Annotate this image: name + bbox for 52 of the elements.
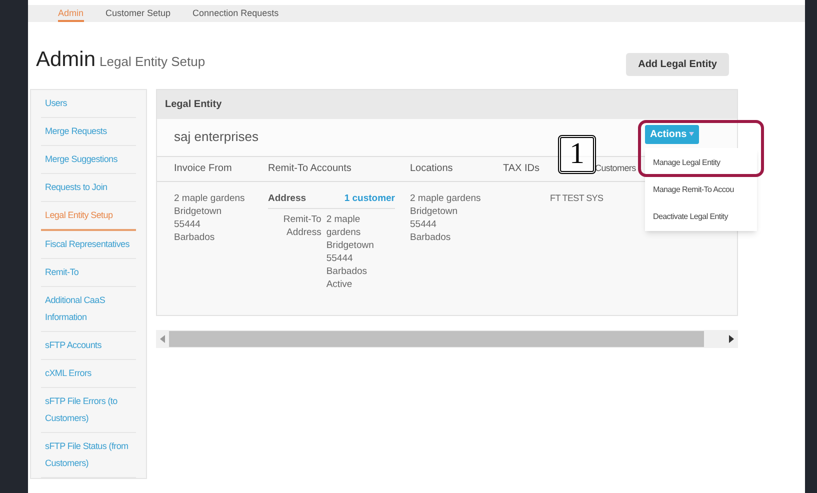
sidebar-item[interactable]: Requests to Join (41, 174, 136, 202)
menu-item[interactable]: Manage Legal Entity (645, 152, 757, 172)
sidebar-item[interactable]: Remit-To (41, 258, 136, 286)
customer-name: FT TEST SYS (550, 192, 604, 204)
sidebar-item[interactable]: Additional CaaS Information (41, 286, 136, 332)
remit-to-label: Remit-To Address (282, 212, 322, 240)
sidebar-item[interactable]: Users (41, 90, 136, 118)
column-header: Invoice From (174, 162, 233, 176)
address-line: 55444 (326, 252, 354, 264)
address-line: 55444 (410, 218, 438, 230)
entity-name: saj enterprises (174, 128, 259, 146)
column-header: Customers (595, 162, 635, 175)
sidebar-item[interactable]: Fiscal Representatives (41, 230, 136, 258)
column-header: Locations (410, 162, 454, 176)
scrollbar-thumb[interactable] (169, 330, 704, 346)
actions-button[interactable]: Actions (645, 124, 699, 144)
address-line: 2 maple gardens (410, 192, 482, 204)
sidebar-item[interactable]: Legal Entity Setup (41, 202, 136, 230)
sidebar-item[interactable]: sFTP File Errors (to Customers) (41, 388, 136, 432)
sidebar-item[interactable]: sFTP Accounts (41, 332, 136, 360)
address-line: 2 maple gardens (326, 212, 362, 238)
scroll-right-icon[interactable] (728, 334, 734, 342)
address-line: Bridgetown (174, 204, 223, 218)
address-line: Bridgetown (326, 238, 375, 252)
page-subtitle: Legal Entity Setup (100, 53, 206, 71)
sidebar-item[interactable]: Merge Suggestions (41, 146, 136, 174)
caret-icon (688, 132, 694, 136)
callout-badge: 1 (558, 134, 596, 174)
scroll-left-icon[interactable] (160, 334, 166, 342)
sidebar-item[interactable]: cXML Errors (41, 360, 136, 388)
horizontal-scrollbar[interactable] (156, 330, 738, 348)
sidebar-item[interactable]: Merge Requests (41, 118, 136, 146)
address-line: 55444 (174, 218, 202, 230)
address-line: Barbados (326, 264, 368, 278)
sidebar-item[interactable]: sFTP File Status (from Customers) (41, 432, 136, 478)
nav-tab[interactable]: Admin (58, 7, 84, 22)
address-heading: Address (268, 192, 306, 204)
address-line: Barbados (174, 230, 216, 244)
add-legal-entity-button[interactable]: Add Legal Entity (626, 52, 729, 76)
page-title: Admin (36, 47, 96, 73)
address-line: Active (326, 278, 354, 290)
menu-item[interactable]: Manage Remit-To Accou (645, 178, 757, 200)
column-header: Remit-To Accounts (268, 162, 352, 176)
nav-tab[interactable]: Connection Requests (192, 7, 279, 22)
panel-header: Legal Entity (157, 90, 737, 118)
column-header: TAX IDs (503, 162, 540, 176)
menu-item[interactable]: Deactivate Legal Entity (645, 206, 757, 226)
address-line: 2 maple gardens (174, 192, 246, 204)
address-line: Barbados (410, 230, 452, 244)
nav-tab[interactable]: Customer Setup (106, 7, 171, 22)
customer-link[interactable]: 1 customer (344, 192, 395, 204)
address-line: Bridgetown (410, 204, 459, 218)
